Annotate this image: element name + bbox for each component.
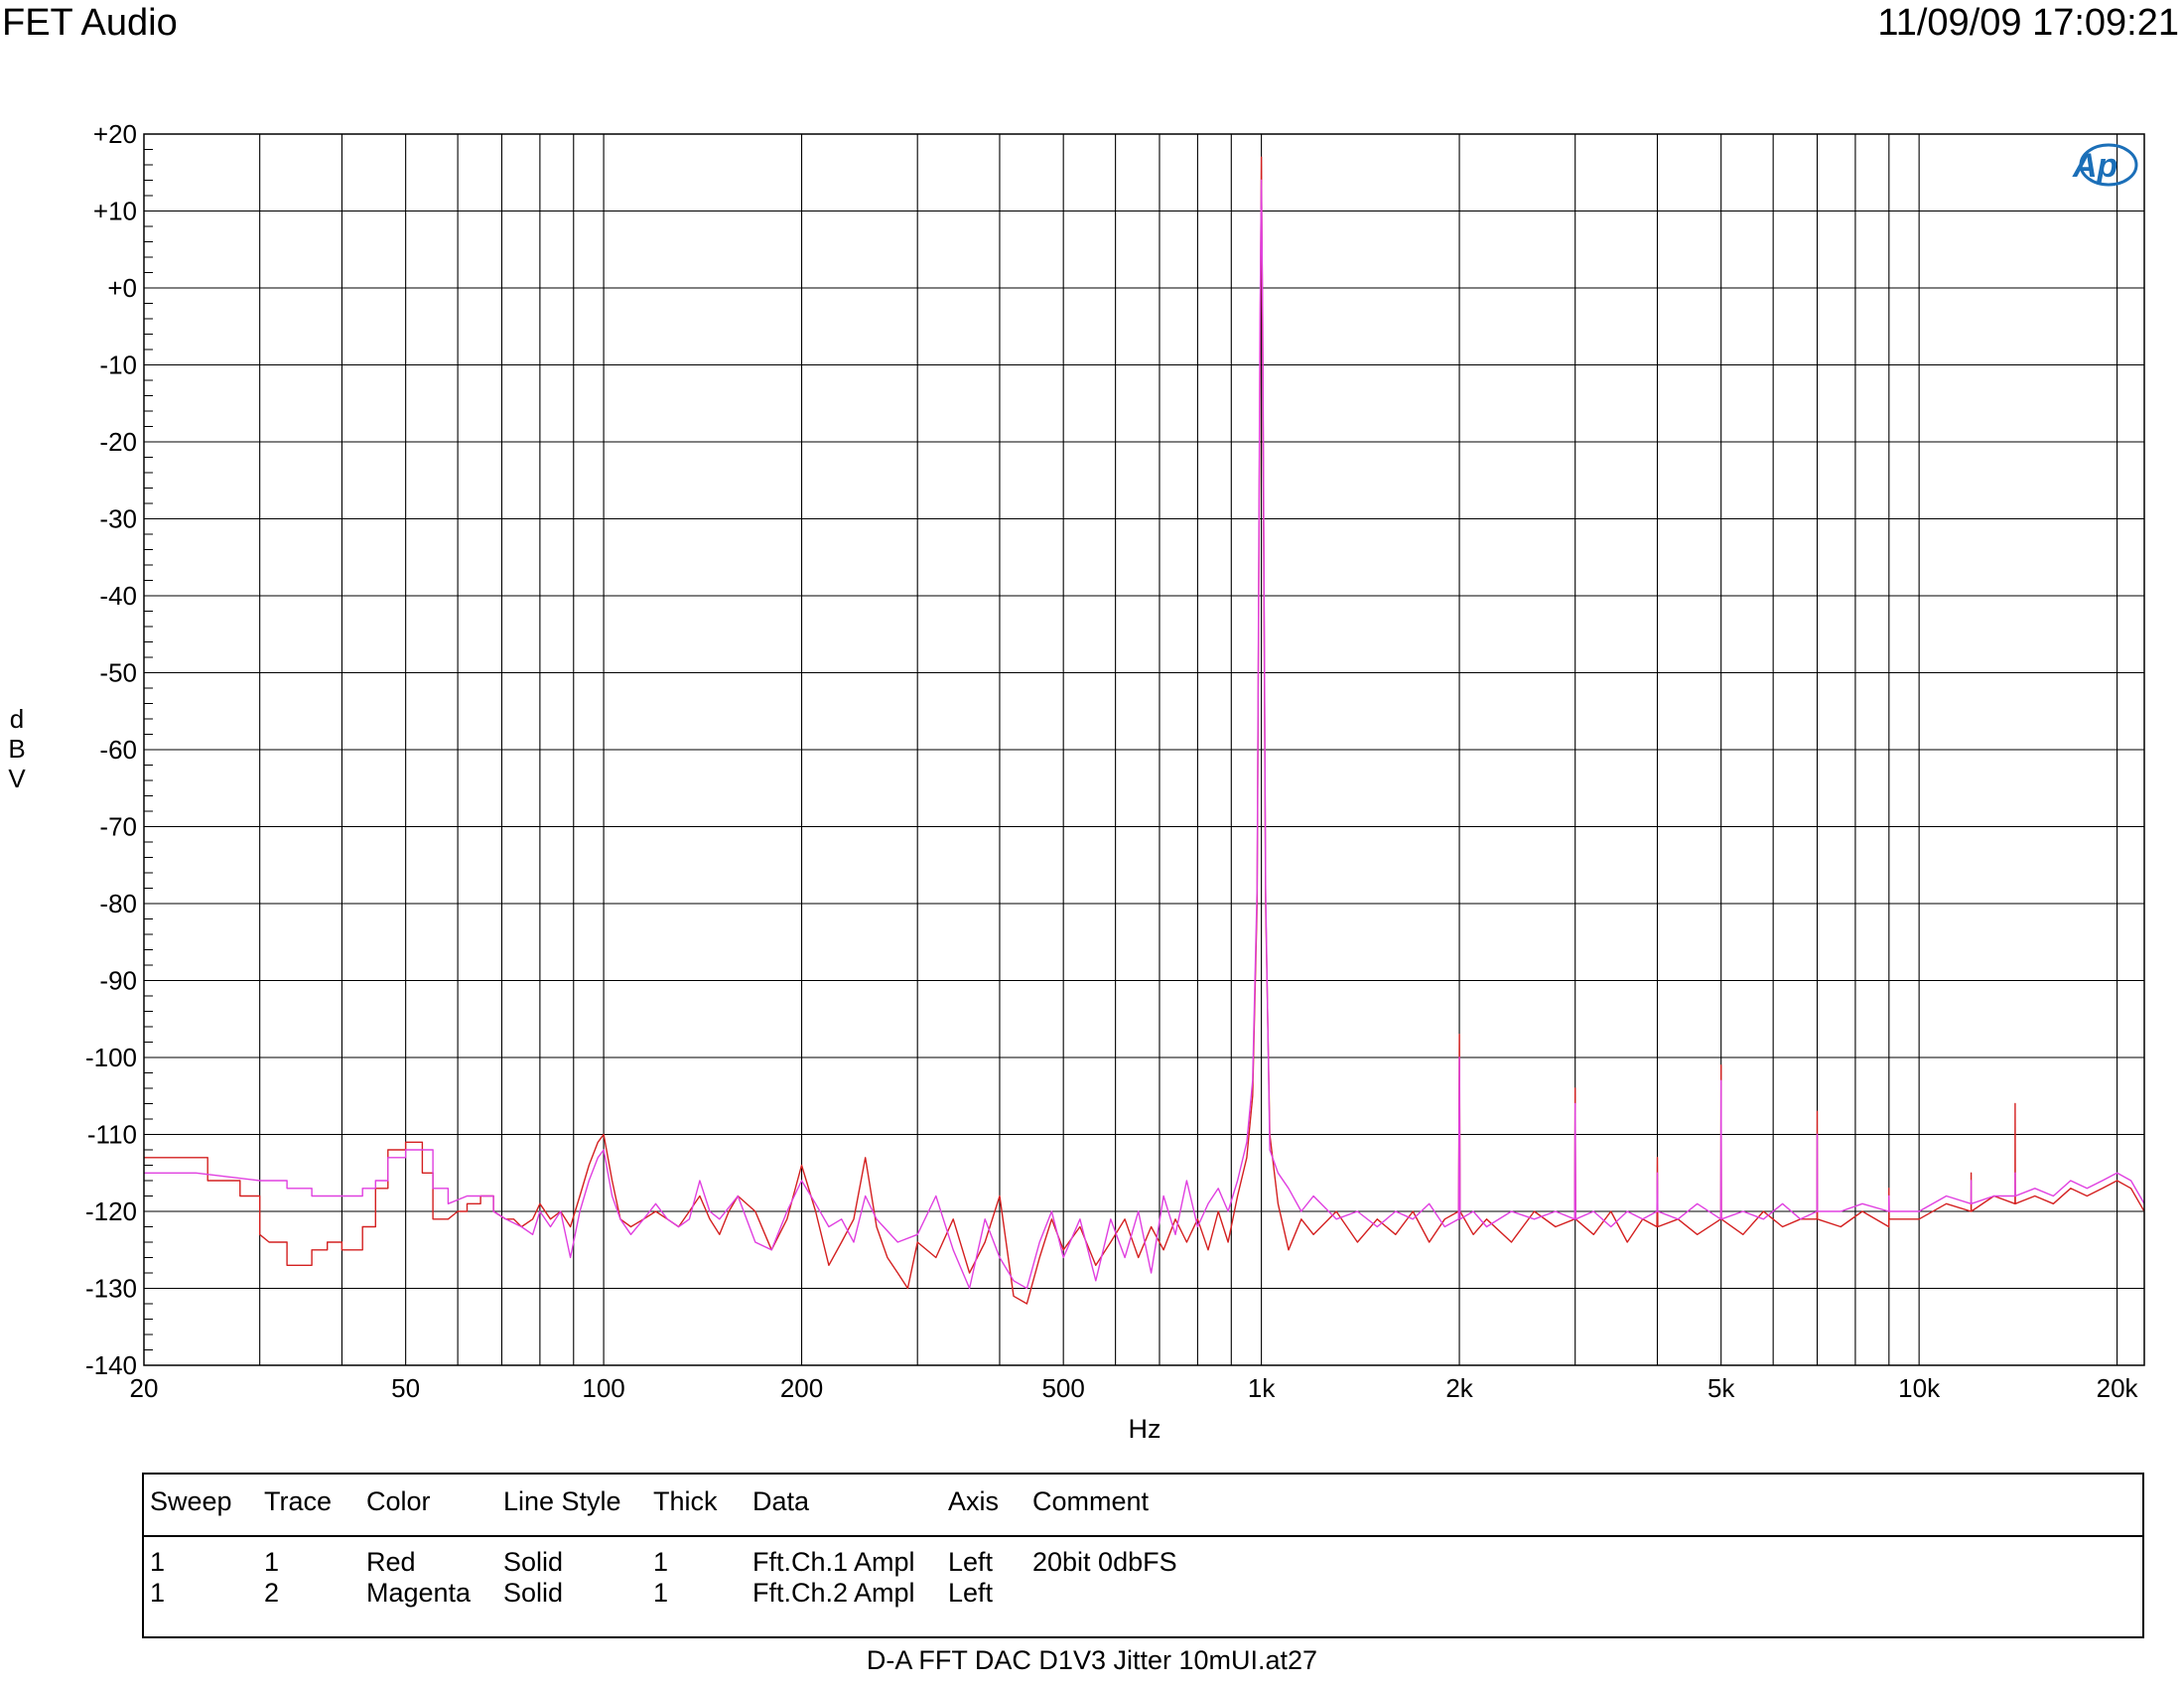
x-tick-label: 200 bbox=[780, 1373, 823, 1403]
y-tick-label: -60 bbox=[99, 735, 137, 765]
legend-cell: Solid bbox=[503, 1547, 564, 1577]
x-tick-label: 50 bbox=[391, 1373, 420, 1403]
legend-cell: 1 bbox=[653, 1547, 669, 1577]
legend-cell: Magenta bbox=[366, 1578, 472, 1608]
legend-header-thick: Thick bbox=[653, 1486, 718, 1516]
x-tick-label: 500 bbox=[1041, 1373, 1084, 1403]
legend-cell: Left bbox=[948, 1578, 994, 1608]
legend-cell: 2 bbox=[264, 1578, 280, 1608]
series-line-2 bbox=[144, 179, 2145, 1290]
legend-cell: Left bbox=[948, 1547, 994, 1577]
legend-cell: 1 bbox=[653, 1578, 669, 1608]
chart-series bbox=[144, 156, 2145, 1305]
trace-legend-table: Sweep Trace Color Line Style Thick Data Axis Co… bbox=[142, 1473, 2144, 1638]
x-axis-label: Hz bbox=[1129, 1414, 1161, 1444]
y-tick-labels: +20 +10 +0 -10 -20 -30 -40 -50 -60 -70 -80 -90 -100 -… bbox=[85, 119, 137, 1380]
ap-logo: Ap bbox=[2072, 143, 2138, 187]
y-tick-label: -30 bbox=[99, 504, 137, 534]
ap-logo-text: Ap bbox=[2072, 147, 2117, 185]
file-title: D-A FFT DAC D1V3 Jitter 10mUI.at27 bbox=[866, 1645, 1318, 1675]
legend-header-line-style: Line Style bbox=[503, 1486, 621, 1516]
legend-cell: 1 bbox=[150, 1547, 166, 1577]
svg-text:V: V bbox=[8, 764, 26, 793]
legend-header-color: Color bbox=[366, 1486, 431, 1516]
y-axis-label: d B V bbox=[8, 704, 26, 793]
y-tick-label: -120 bbox=[85, 1196, 137, 1226]
x-tick-label: 2k bbox=[1445, 1373, 1473, 1403]
y-tick-label: +10 bbox=[93, 197, 137, 226]
y-tick-label: -100 bbox=[85, 1043, 137, 1072]
chart-gridlines bbox=[144, 133, 2144, 1366]
legend-header-row: Sweep Trace Color Line Style Thick Data Axis Co… bbox=[144, 1475, 2142, 1537]
legend-cell: Fft.Ch.1 Ampl bbox=[752, 1547, 915, 1577]
y-tick-label: -20 bbox=[99, 427, 137, 457]
legend-header-trace: Trace bbox=[264, 1486, 333, 1516]
y-tick-label: +0 bbox=[107, 273, 137, 303]
y-tick-label: -40 bbox=[99, 581, 137, 611]
legend-header-comment: Comment bbox=[1032, 1486, 1150, 1516]
x-tick-label: 20 bbox=[130, 1373, 159, 1403]
y-tick-label: -10 bbox=[99, 351, 137, 380]
legend-cell: Red bbox=[366, 1547, 416, 1577]
y-tick-label: -110 bbox=[87, 1120, 137, 1150]
svg-text:d: d bbox=[10, 704, 24, 734]
x-tick-label: 10k bbox=[1898, 1373, 1941, 1403]
x-tick-label: 5k bbox=[1707, 1373, 1735, 1403]
y-tick-label: -80 bbox=[99, 889, 137, 918]
legend-cell: 20bit 0dbFS bbox=[1032, 1547, 1177, 1577]
y-tick-label: -70 bbox=[99, 812, 137, 842]
legend-cell: 1 bbox=[150, 1578, 166, 1608]
y-tick-label: -130 bbox=[85, 1274, 137, 1304]
x-tick-label: 1k bbox=[1248, 1373, 1276, 1403]
y-tick-label: +20 bbox=[93, 119, 137, 149]
legend-cell: Fft.Ch.2 Ampl bbox=[752, 1578, 915, 1608]
x-tick-label: 100 bbox=[582, 1373, 624, 1403]
y-tick-label: -90 bbox=[99, 966, 137, 996]
legend-header-sweep: Sweep bbox=[150, 1486, 232, 1516]
legend-cell: 1 bbox=[264, 1547, 280, 1577]
y-tick-label: -50 bbox=[99, 658, 137, 688]
legend-header-data: Data bbox=[752, 1486, 810, 1516]
svg-text:B: B bbox=[8, 734, 25, 764]
x-tick-labels: 20 50 100 200 500 1k 2k 5k 10k 20k bbox=[130, 1373, 2139, 1403]
legend-cell: Solid bbox=[503, 1578, 564, 1608]
series-line-1 bbox=[144, 156, 2145, 1305]
legend-header-axis: Axis bbox=[948, 1486, 1000, 1516]
fft-chart: +20 +10 +0 -10 -20 -30 -40 -50 -60 -70 -80 -90 -100 -… bbox=[8, 119, 2145, 1444]
x-tick-label: 20k bbox=[2097, 1373, 2139, 1403]
